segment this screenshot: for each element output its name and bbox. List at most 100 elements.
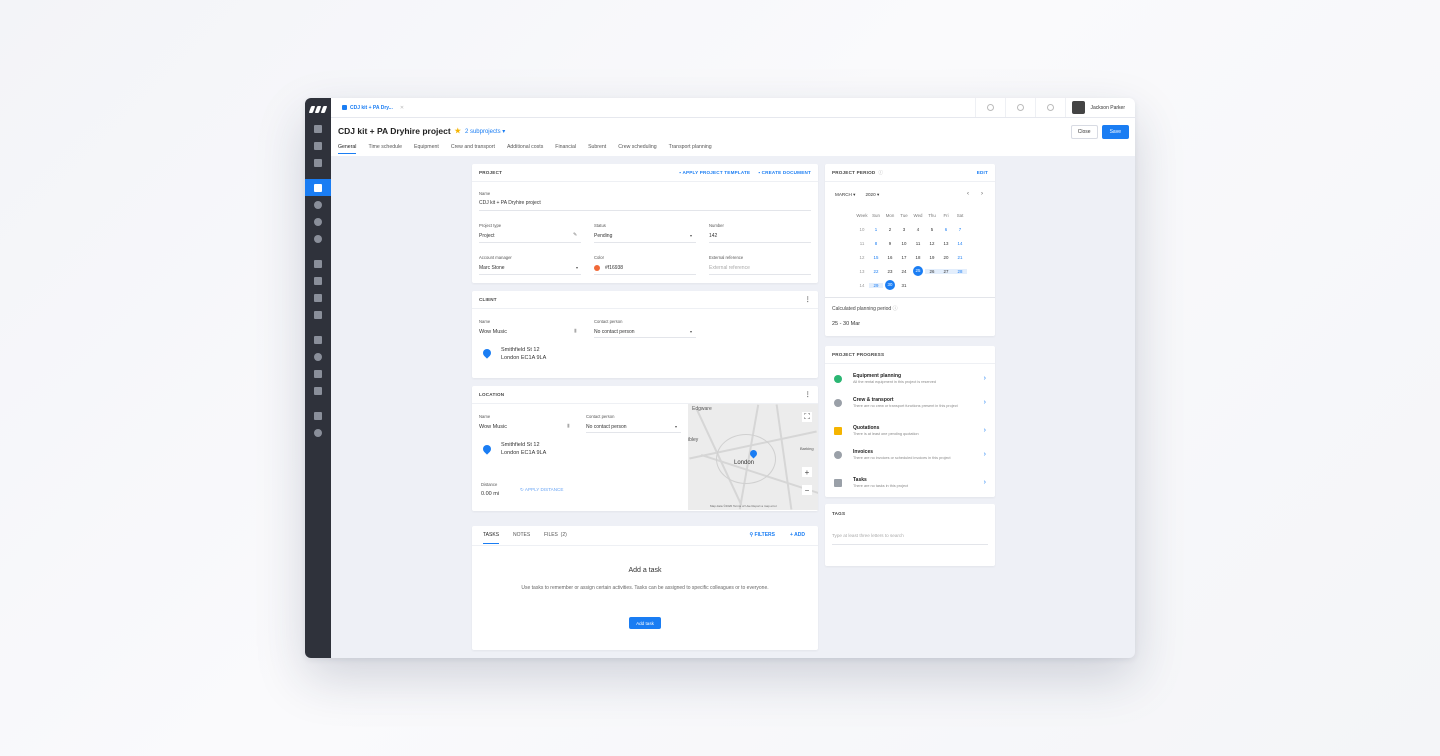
next-month-icon[interactable]: › bbox=[981, 191, 983, 197]
calendar-day[interactable]: 24 bbox=[897, 269, 911, 274]
nav-tools-icon[interactable] bbox=[305, 365, 331, 382]
tab-tasks[interactable]: TASKS bbox=[483, 532, 500, 544]
calendar-day[interactable]: 5 bbox=[925, 227, 939, 232]
nav-warehouse-icon[interactable] bbox=[305, 154, 331, 171]
nav-contacts-icon[interactable] bbox=[305, 196, 331, 213]
client-name-field[interactable]: Wow Music bbox=[479, 329, 507, 335]
tab-transport-planning[interactable]: Transport planning bbox=[669, 144, 712, 154]
nav-equipment-icon[interactable] bbox=[305, 255, 331, 272]
open-tab[interactable]: CDJ kit + PA Dry... ✕ bbox=[331, 105, 404, 111]
calendar-day-selected-end[interactable]: 30 bbox=[885, 280, 895, 290]
calendar-day[interactable]: 23 bbox=[883, 269, 897, 274]
tags-search-input[interactable]: Type at least three letters to search bbox=[832, 533, 904, 538]
notifications-bell-icon[interactable] bbox=[1034, 98, 1065, 117]
calendar-day[interactable]: 1 bbox=[869, 227, 883, 232]
external-reference-field[interactable]: External reference bbox=[709, 265, 750, 271]
calendar-day[interactable]: 17 bbox=[897, 255, 911, 260]
nav-users-icon[interactable] bbox=[305, 289, 331, 306]
calendar-day[interactable]: 18 bbox=[911, 255, 925, 260]
month-select[interactable]: MARCH ▾ bbox=[835, 192, 855, 198]
copy-icon[interactable]: ▮ bbox=[574, 328, 577, 334]
more-icon[interactable]: ⋮ bbox=[805, 296, 811, 303]
favorite-star-icon[interactable]: ★ bbox=[455, 127, 461, 135]
tab-notes[interactable]: NOTES bbox=[513, 532, 530, 538]
calendar-day[interactable]: 7 bbox=[953, 227, 967, 232]
tab-time-schedule[interactable]: Time schedule bbox=[368, 144, 402, 154]
prev-month-icon[interactable]: ‹ bbox=[967, 191, 969, 197]
tab-crew-scheduling[interactable]: Crew scheduling bbox=[618, 144, 656, 154]
tab-additional-costs[interactable]: Additional costs bbox=[507, 144, 543, 154]
calendar-day-in-range[interactable]: 27 bbox=[939, 268, 953, 274]
close-button[interactable]: Close bbox=[1070, 125, 1098, 139]
tab-financial[interactable]: Financial bbox=[555, 144, 576, 154]
tab-equipment[interactable]: Equipment bbox=[414, 144, 439, 154]
zoom-out-button[interactable]: − bbox=[802, 485, 812, 495]
nav-dashboard-icon[interactable] bbox=[305, 120, 331, 137]
nav-transport-icon[interactable] bbox=[305, 306, 331, 323]
add-button[interactable]: + ADD bbox=[790, 532, 805, 538]
tab-crew-and-transport[interactable]: Crew and transport bbox=[451, 144, 495, 154]
nav-projects-icon[interactable] bbox=[305, 179, 331, 196]
nav-messages-icon[interactable] bbox=[305, 407, 331, 424]
edit-period-link[interactable]: EDIT bbox=[977, 170, 988, 175]
location-contact-select[interactable]: No contact person bbox=[586, 424, 627, 430]
nav-inventory-icon[interactable] bbox=[305, 331, 331, 348]
calendar-day[interactable]: 19 bbox=[925, 255, 939, 260]
save-button[interactable]: Save bbox=[1101, 125, 1129, 139]
user-menu[interactable]: Jackson Parker bbox=[1064, 98, 1135, 117]
progress-equipment-planning[interactable]: Equipment planning All the rental equipme… bbox=[832, 370, 988, 394]
create-document-link[interactable]: ▪ CREATE DOCUMENT bbox=[758, 170, 811, 175]
calendar-day-in-range[interactable]: 29 bbox=[869, 282, 883, 288]
status-select[interactable]: Pending bbox=[594, 233, 612, 239]
calendar-day[interactable]: 13 bbox=[939, 241, 953, 246]
nav-reports-icon[interactable] bbox=[305, 382, 331, 399]
project-type-field[interactable]: Project bbox=[479, 233, 495, 239]
nav-time-icon[interactable] bbox=[305, 213, 331, 230]
tab-general[interactable]: General bbox=[338, 144, 357, 154]
calendar-day[interactable]: 14 bbox=[953, 241, 967, 246]
location-name-field[interactable]: Wow Music bbox=[479, 424, 507, 430]
calendar-day[interactable]: 16 bbox=[883, 255, 897, 260]
calendar-day[interactable]: 21 bbox=[953, 255, 967, 260]
apply-template-link[interactable]: ▪ APPLY PROJECT TEMPLATE bbox=[679, 170, 750, 175]
more-icon[interactable]: ⋮ bbox=[805, 391, 811, 398]
calendar-day[interactable]: 10 bbox=[897, 241, 911, 246]
progress-invoices[interactable]: Invoices There are no invoices or schedul… bbox=[832, 446, 988, 470]
nav-finance-icon[interactable] bbox=[305, 230, 331, 247]
zoom-in-button[interactable]: + bbox=[802, 467, 812, 477]
calendar-day[interactable]: 9 bbox=[883, 241, 897, 246]
nav-globe-icon[interactable] bbox=[305, 348, 331, 365]
calendar-day[interactable]: 6 bbox=[939, 227, 953, 232]
calendar-day[interactable]: 12 bbox=[925, 241, 939, 246]
nav-settings-gear-icon[interactable] bbox=[305, 424, 331, 441]
color-swatch[interactable] bbox=[594, 265, 600, 271]
add-task-button[interactable]: Add task bbox=[629, 617, 661, 629]
progress-tasks[interactable]: Tasks There are no tasks in this project › bbox=[832, 474, 988, 498]
calendar-day[interactable]: 8 bbox=[869, 241, 883, 246]
timer-icon[interactable] bbox=[974, 98, 1005, 117]
calendar-day[interactable]: 11 bbox=[911, 241, 925, 246]
distance-field[interactable]: 0.00 mi bbox=[481, 491, 499, 497]
calendar-day[interactable]: 20 bbox=[939, 255, 953, 260]
calendar-day[interactable]: 22 bbox=[869, 269, 883, 274]
progress-crew-transport[interactable]: Crew & transport There are no crew or tra… bbox=[832, 394, 988, 418]
subprojects-dropdown[interactable]: 2 subprojects ▾ bbox=[465, 128, 505, 135]
calendar-day[interactable]: 15 bbox=[869, 255, 883, 260]
nav-calendar-icon[interactable] bbox=[305, 137, 331, 154]
copy-icon[interactable]: ▮ bbox=[567, 423, 570, 429]
calendar-day[interactable]: 4 bbox=[911, 227, 925, 232]
color-field[interactable]: #f16938 bbox=[605, 265, 623, 271]
year-select[interactable]: 2020 ▾ bbox=[865, 192, 879, 198]
contact-person-select[interactable]: No contact person bbox=[594, 329, 635, 335]
account-manager-select[interactable]: Marc Stone bbox=[479, 265, 505, 271]
calendar-day-in-range[interactable]: 26 bbox=[925, 268, 939, 274]
close-tab-icon[interactable]: ✕ bbox=[400, 105, 404, 111]
calendar-day[interactable]: 31 bbox=[897, 283, 911, 288]
calendar-day[interactable]: 2 bbox=[883, 227, 897, 232]
number-field[interactable]: 142 bbox=[709, 233, 717, 239]
apply-distance-button[interactable]: ↻ APPLY DISTANCE bbox=[520, 487, 563, 493]
filters-button[interactable]: ⚲ FILTERS bbox=[749, 532, 775, 538]
project-name-field[interactable]: CDJ kit + PA Dryhire project bbox=[479, 200, 541, 206]
progress-quotations[interactable]: Quotations There is at least one pending … bbox=[832, 422, 988, 446]
fullscreen-icon[interactable]: ⛶ bbox=[802, 412, 812, 422]
